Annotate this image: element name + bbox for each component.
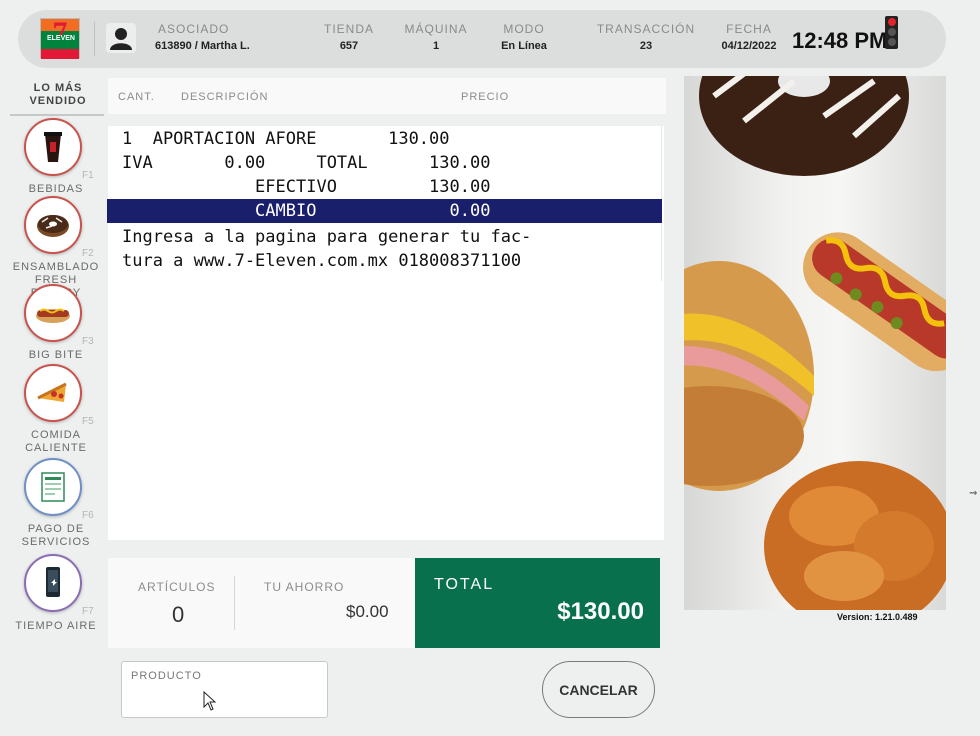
articulos-label: ARTÍCULOS xyxy=(138,580,216,594)
ticket-line: 1 APORTACION AFORE 130.00 xyxy=(122,129,450,149)
resize-indicator: ⇝ xyxy=(969,488,978,499)
ticket-header: CANT. DESCRIPCIÓN PRECIO xyxy=(108,78,666,114)
donut-icon[interactable] xyxy=(24,196,82,254)
version-label: Version: 1.21.0.489 xyxy=(837,612,918,622)
fecha-field: FECHA 04/12/2022 xyxy=(721,22,777,52)
col-qty-header: CANT. xyxy=(118,91,155,103)
total-label: TOTAL xyxy=(434,576,495,593)
phone-icon[interactable] xyxy=(24,554,82,612)
transaccion-field: TRANSACCIÓN 23 xyxy=(596,22,696,52)
modo-field: MODO En Línea xyxy=(501,22,547,52)
promo-food-image xyxy=(684,76,946,610)
top-header-bar: 7 ELEVEN ASOCIADO 613890 / Martha L. TIE… xyxy=(18,10,946,68)
traffic-light-icon xyxy=(885,16,898,49)
ahorro-value: $0.00 xyxy=(346,602,389,621)
receipt-ticket: 1 APORTACION AFORE 130.00 IVA 0.00 TOTAL… xyxy=(107,126,664,540)
col-desc-header: DESCRIPCIÓN xyxy=(181,91,269,103)
total-panel: TOTAL $130.00 xyxy=(415,558,660,648)
receipt-icon[interactable] xyxy=(24,458,82,516)
tienda-field: TIENDA 657 xyxy=(323,22,374,52)
user-icon xyxy=(106,23,136,53)
ticket-line-highlighted: CAMBIO 0.00 xyxy=(107,199,662,223)
sidebar-divider xyxy=(10,114,104,116)
ticket-line: Ingresa a la pagina para generar tu fac- xyxy=(122,227,532,247)
ticket-line: EFECTIVO 130.00 xyxy=(122,177,491,197)
articulos-value: 0 xyxy=(172,602,185,627)
clock: 12:48 PM xyxy=(792,28,888,53)
col-price-header: PRECIO xyxy=(461,91,510,103)
pizza-icon[interactable] xyxy=(24,364,82,422)
product-label: PRODUCTO xyxy=(131,670,202,682)
asociado-field: ASOCIADO 613890 / Martha L. xyxy=(155,22,250,52)
sidebar-title: LO MÁS VENDIDO xyxy=(29,82,87,107)
ahorro-label: TU AHORRO xyxy=(264,580,345,594)
total-amount: $130.00 xyxy=(557,598,644,625)
totals-panel: ARTÍCULOS 0 TU AHORRO $0.00 xyxy=(108,558,416,648)
hotdog-icon[interactable] xyxy=(24,284,82,342)
maquina-field: MÁQUINA 1 xyxy=(404,22,468,52)
ticket-line: tura a www.7-Eleven.com.mx 018008371100 xyxy=(122,251,522,271)
seven-eleven-logo: 7 ELEVEN xyxy=(40,16,80,59)
cancel-button[interactable]: CANCELAR xyxy=(542,661,655,718)
product-input[interactable] xyxy=(131,688,317,712)
header-divider xyxy=(94,22,95,56)
product-field[interactable]: PRODUCTO xyxy=(121,661,328,718)
ticket-line: IVA 0.00 TOTAL 130.00 xyxy=(122,153,491,173)
mouse-cursor-icon xyxy=(203,690,217,716)
drink-cup-icon[interactable] xyxy=(24,118,82,176)
